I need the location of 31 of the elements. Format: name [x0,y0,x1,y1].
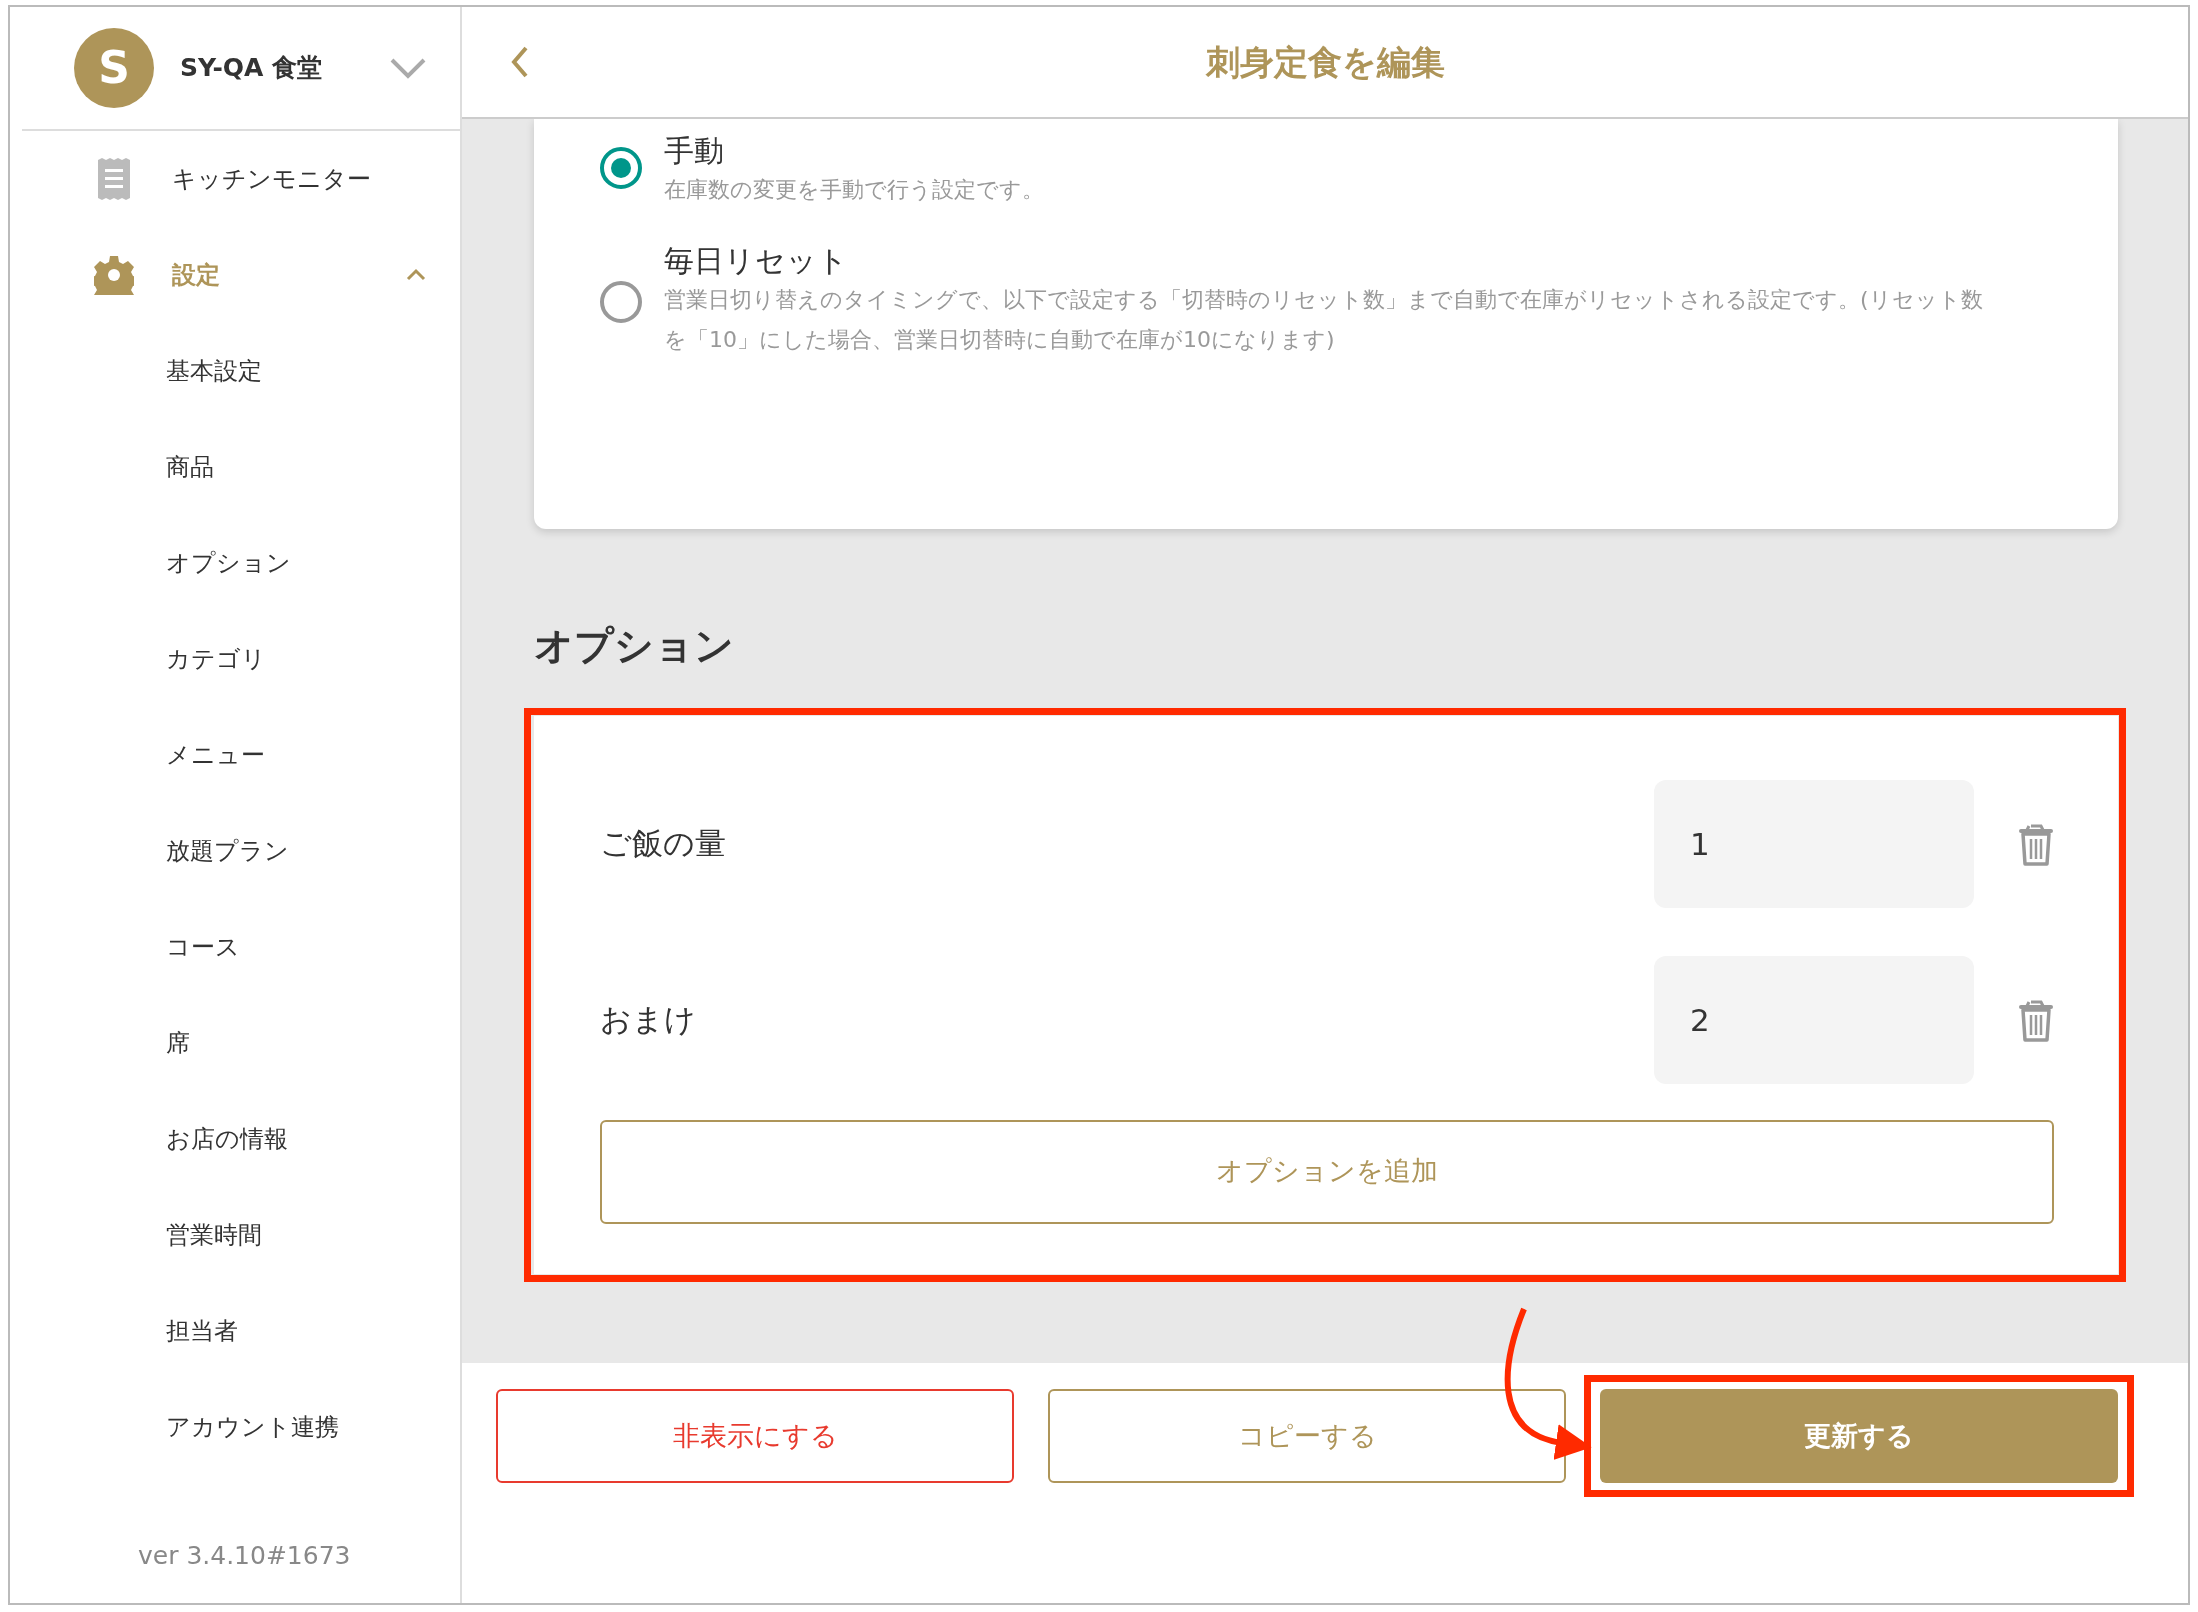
action-button[interactable]: 非表示にする [496,1389,1014,1483]
quantity-field[interactable]: 1 [1654,779,1974,908]
sidebar-item[interactable]: コース [10,899,460,995]
store-avatar: S [74,28,154,108]
radio-button[interactable] [600,147,642,189]
radio-label: 毎日リセット [664,241,849,280]
quantity-field[interactable]: 2 [1654,955,1974,1084]
gear-icon [94,255,134,295]
sidebar-item[interactable]: 基本設定 [10,323,460,419]
store-name[interactable]: SY-QA 食堂 [180,49,388,87]
sidebar-item[interactable]: 営業時間 [10,1187,460,1283]
page-title: 刺身定食を編集 [1205,40,1445,84]
sidebar-item[interactable]: キッチンモニター [172,161,460,197]
sidebar-item[interactable]: お店の情報 [10,1091,460,1187]
sidebar-item[interactable]: アカウント連携 [10,1379,460,1475]
radio-description: 営業日切り替えのタイミングで、以下で設定する「切替時のリセット数」まで自動で在庫がリセットされる設定です。(リセット数を「10」にした場合、営業日切替時に自動で在庫が10になります) [664,285,1984,355]
sidebar-item[interactable]: 席 [10,995,460,1091]
receipt-icon [98,158,130,200]
sidebar-item[interactable]: 担当者 [10,1283,460,1379]
radio-button[interactable] [600,280,642,323]
sidebar-item[interactable]: カテゴリ [10,611,460,707]
sidebar-item[interactable]: 商品 [10,419,460,515]
sidebar-item[interactable]: メニュー [10,707,460,803]
option-name: おまけ [600,1000,697,1040]
section-heading: オプション [534,622,735,670]
radio-label: 手動 [664,132,725,170]
version-label: ver 3.4.10#1673 [137,1540,352,1572]
sidebar-item[interactable]: オプション [10,515,460,611]
sidebar-item[interactable]: 放題プラン [10,803,460,899]
radio-description: 在庫数の変更を手動で行う設定です。 [664,176,1044,204]
option-name: ご飯の量 [600,824,727,864]
